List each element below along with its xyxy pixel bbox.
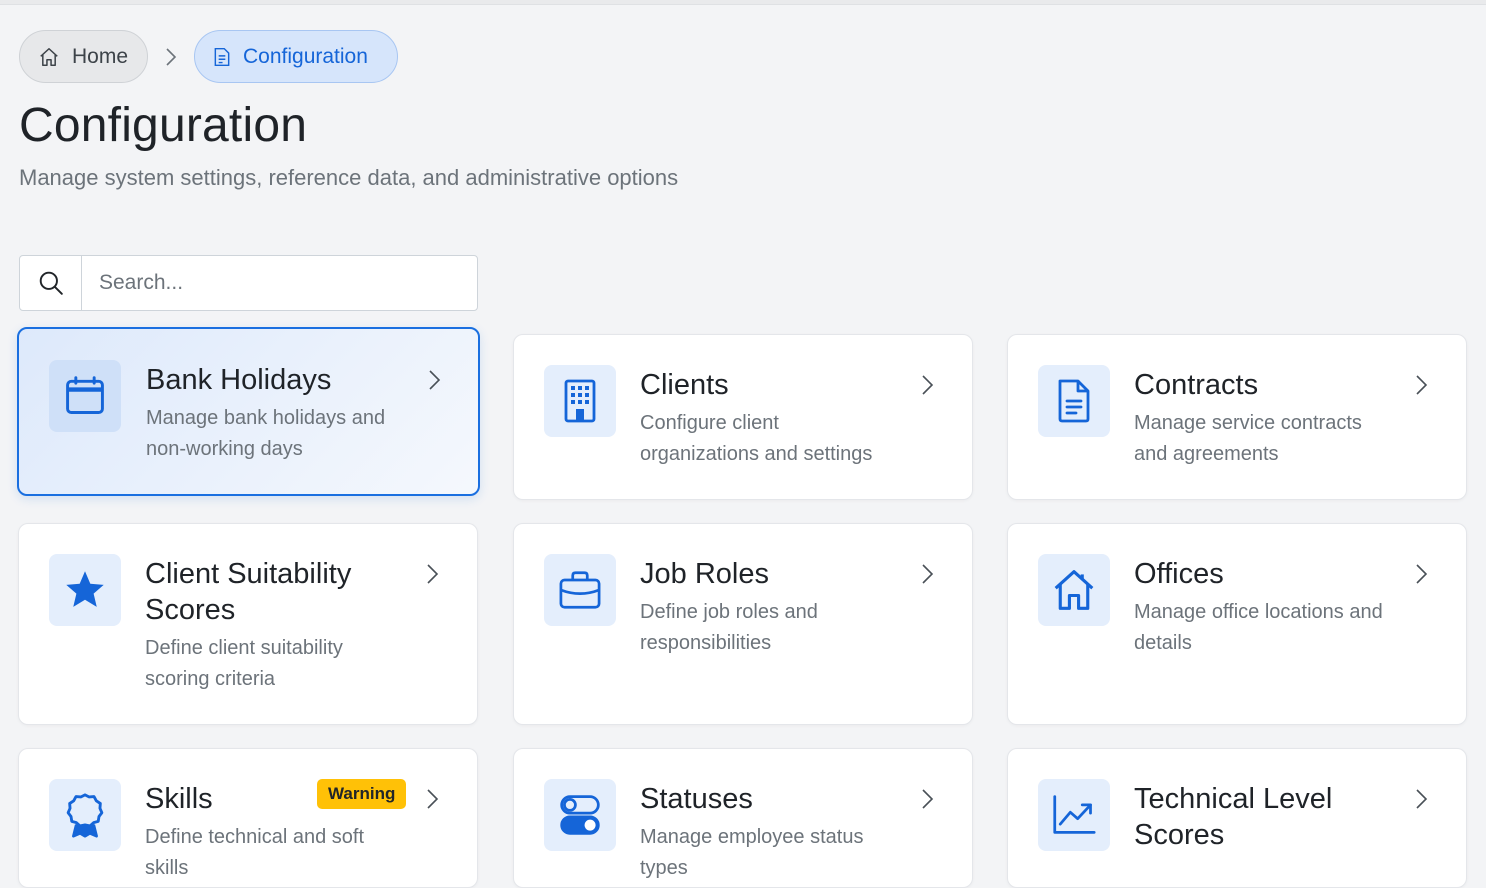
chevron-right-icon [427,564,439,584]
search-icon [39,271,63,295]
card-description-line: and agreements [1134,443,1279,465]
graph-up-icon [1053,795,1096,834]
document-icon [1058,379,1090,423]
card-description: Define technical and soft skills [145,822,364,884]
card-title: Technical Level Scores [1134,781,1332,853]
toggles-icon [560,795,600,835]
card-technical-level-scores[interactable]: Technical Level Scores [1007,748,1467,888]
card-title-line: Client Suitability [145,558,352,590]
chevron-right-icon [1416,789,1428,809]
card-description-line: scoring criteria [145,668,276,690]
card-offices[interactable]: Offices Manage office locations and deta… [1007,523,1467,725]
card-skills[interactable]: Skills Warning Define technical and soft… [18,748,478,888]
chevron-right-icon [429,370,441,390]
card-description: Manage bank holidays and non-working day… [146,403,385,465]
card-icon-box [1038,779,1110,851]
house-icon [40,47,58,66]
card-description: Manage service contracts and agreements [1134,408,1362,470]
card-description: Configure client organizations and setti… [640,408,872,470]
card-description: Define job roles and responsibilities [640,597,818,659]
card-description-line: Configure client [640,412,779,434]
card-description-line: types [640,857,688,879]
card-icon-box [544,779,616,851]
chevron-right-icon [922,564,934,584]
card-title: Skills [145,783,213,815]
card-description-line: Define technical and soft [145,826,365,848]
breadcrumb-home[interactable]: Home [19,30,148,83]
card-contracts[interactable]: Contracts Manage service contracts and a… [1007,334,1467,500]
breadcrumb: Home Configuration [19,30,398,83]
configuration-page: Home Configuration Configuration Manage … [0,0,1486,888]
chevron-right-icon [922,375,934,395]
card-description-line: responsibilities [640,632,772,654]
card-title: Statuses [640,783,753,815]
breadcrumb-current-label: Configuration [243,44,368,68]
card-icon-box [49,360,121,432]
card-icon-box [1038,554,1110,626]
card-title-line: Technical Level [1134,783,1333,815]
page-subtitle: Manage system settings, reference data, … [19,165,679,190]
card-description-line: Manage office locations and [1134,601,1383,623]
card-icon-box [49,554,121,626]
card-title: Client Suitability Scores [145,556,351,628]
card-statuses[interactable]: Statuses Manage employee status types [513,748,973,888]
card-description: Manage office locations and details [1134,597,1383,659]
card-description-line: Define job roles and [640,601,818,623]
chevron-right-icon [148,46,194,68]
card-description-line: Manage employee status [640,826,864,848]
search-input[interactable] [82,256,477,310]
card-title-line: Scores [1134,819,1225,851]
document-icon [214,47,230,66]
card-description-line: Manage bank holidays and [146,407,386,429]
calendar-icon [66,376,104,414]
card-icon-box [544,554,616,626]
card-clients[interactable]: Clients Configure client organizations a… [513,334,973,500]
card-title: Job Roles [640,558,769,590]
house-icon [1054,570,1094,610]
card-description-line: non-working days [146,438,303,460]
card-job-roles[interactable]: Job Roles Define job roles and responsib… [513,523,973,725]
card-description-line: skills [145,857,189,879]
card-icon-box [49,779,121,851]
card-title: Bank Holidays [146,364,332,396]
search-box [19,255,478,311]
card-description-line: organizations and settings [640,443,873,465]
card-description: Manage employee status types [640,822,863,884]
warning-badge: Warning [317,779,407,809]
breadcrumb-home-label: Home [72,44,129,68]
card-description-line: details [1134,632,1192,654]
card-title: Offices [1134,558,1224,590]
card-description-line: Define client suitability [145,637,343,659]
card-icon-box [1038,365,1110,437]
chevron-right-icon [1416,564,1428,584]
card-bank-holidays[interactable]: Bank Holidays Manage bank holidays and n… [17,327,480,496]
card-description: Define client suitability scoring criter… [145,633,343,695]
card-client-suitability-scores[interactable]: Client Suitability Scores Define client … [18,523,478,725]
award-icon [66,793,104,838]
chevron-right-icon [1416,375,1428,395]
page-title: Configuration [19,99,308,152]
chevron-right-icon [427,789,439,809]
card-title: Clients [640,369,729,401]
building-icon [564,379,596,423]
briefcase-icon [559,571,601,609]
card-title: Contracts [1134,369,1259,401]
card-title-line: Scores [145,594,236,626]
card-description-line: Manage service contracts [1134,412,1362,434]
star-icon [66,571,104,607]
search-button[interactable] [20,256,82,310]
chevron-right-icon [922,789,934,809]
breadcrumb-configuration[interactable]: Configuration [194,30,398,83]
card-icon-box [544,365,616,437]
